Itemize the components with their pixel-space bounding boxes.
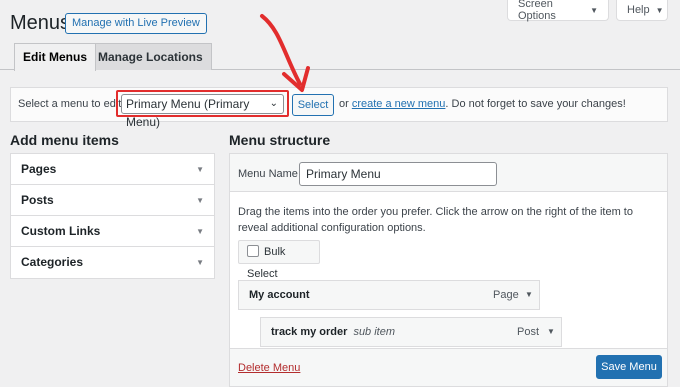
accordion-pages[interactable]: Pages ▼ xyxy=(11,154,214,185)
screen-options-label: Screen Options xyxy=(518,0,556,22)
or-text: or xyxy=(339,98,349,110)
menu-item-track-my-order[interactable]: track my order sub item Post ▼ xyxy=(260,317,562,347)
accordion-custom-links[interactable]: Custom Links ▼ xyxy=(11,216,214,247)
menu-item-title: My account xyxy=(249,289,310,301)
create-menu-link[interactable]: create a new menu xyxy=(352,98,446,110)
tab-manage-locations[interactable]: Manage Locations xyxy=(89,43,212,70)
select-menu-prompt: Select a menu to edit: xyxy=(18,98,125,110)
menu-name-input[interactable]: Primary Menu xyxy=(299,162,497,186)
accordion-label: Categories xyxy=(21,255,84,269)
accordion-label: Custom Links xyxy=(21,224,101,238)
menu-select-value: Primary Menu (Primary Menu) xyxy=(126,97,250,129)
drag-instructions: Drag the items into the order you prefer… xyxy=(238,206,633,234)
accordion-label: Posts xyxy=(21,193,54,207)
help-label: Help xyxy=(627,4,650,16)
triangle-down-icon: ▼ xyxy=(196,165,204,174)
screen-options-button[interactable]: Screen Options ▼ xyxy=(507,0,609,22)
caret-down-icon: ▼ xyxy=(590,5,598,15)
menu-structure-panel: Menu Name Primary Menu Drag the items in… xyxy=(229,153,668,387)
tab-edit-menus[interactable]: Edit Menus xyxy=(14,43,97,71)
triangle-down-icon[interactable]: ▼ xyxy=(525,281,533,309)
menu-name-header: Menu Name Primary Menu xyxy=(230,154,667,192)
accordion-posts[interactable]: Posts ▼ xyxy=(11,185,214,216)
accordion-categories[interactable]: Categories ▼ xyxy=(11,247,214,278)
triangle-down-icon: ▼ xyxy=(196,196,204,205)
menu-name-label: Menu Name xyxy=(238,168,298,180)
bulk-select-button[interactable]: Bulk Select xyxy=(238,240,320,280)
menu-item-type: Page xyxy=(493,289,519,301)
menu-item-title: track my order xyxy=(271,326,348,338)
save-reminder-text: . Do not forget to save your changes! xyxy=(445,98,626,110)
triangle-down-icon: ▼ xyxy=(196,258,204,267)
checkbox-icon[interactable] xyxy=(247,245,259,257)
annotation-arrow-icon xyxy=(260,14,310,92)
add-items-accordion: Pages ▼ Posts ▼ Custom Links ▼ Categorie… xyxy=(10,153,215,279)
caret-down-icon: ▼ xyxy=(655,5,664,15)
help-button[interactable]: Help ▼ xyxy=(616,0,668,21)
menu-structure-heading: Menu structure xyxy=(229,132,331,148)
menu-structure-footer: Delete Menu Save Menu xyxy=(230,348,667,386)
add-menu-items-heading: Add menu items xyxy=(10,132,119,148)
create-menu-text: or create a new menu. Do not forget to s… xyxy=(339,98,626,110)
triangle-down-icon[interactable]: ▼ xyxy=(547,318,555,346)
live-preview-button[interactable]: Manage with Live Preview xyxy=(65,13,207,34)
delete-menu-link[interactable]: Delete Menu xyxy=(238,362,300,374)
menu-item-type: Post xyxy=(517,326,540,338)
menu-item-sub-label: sub item xyxy=(353,326,396,338)
triangle-down-icon: ▼ xyxy=(196,227,204,236)
accordion-label: Pages xyxy=(21,162,57,176)
page-title: Menus xyxy=(10,12,71,34)
save-menu-button[interactable]: Save Menu xyxy=(596,355,662,379)
menu-item-my-account[interactable]: My account Page ▼ xyxy=(238,280,540,310)
